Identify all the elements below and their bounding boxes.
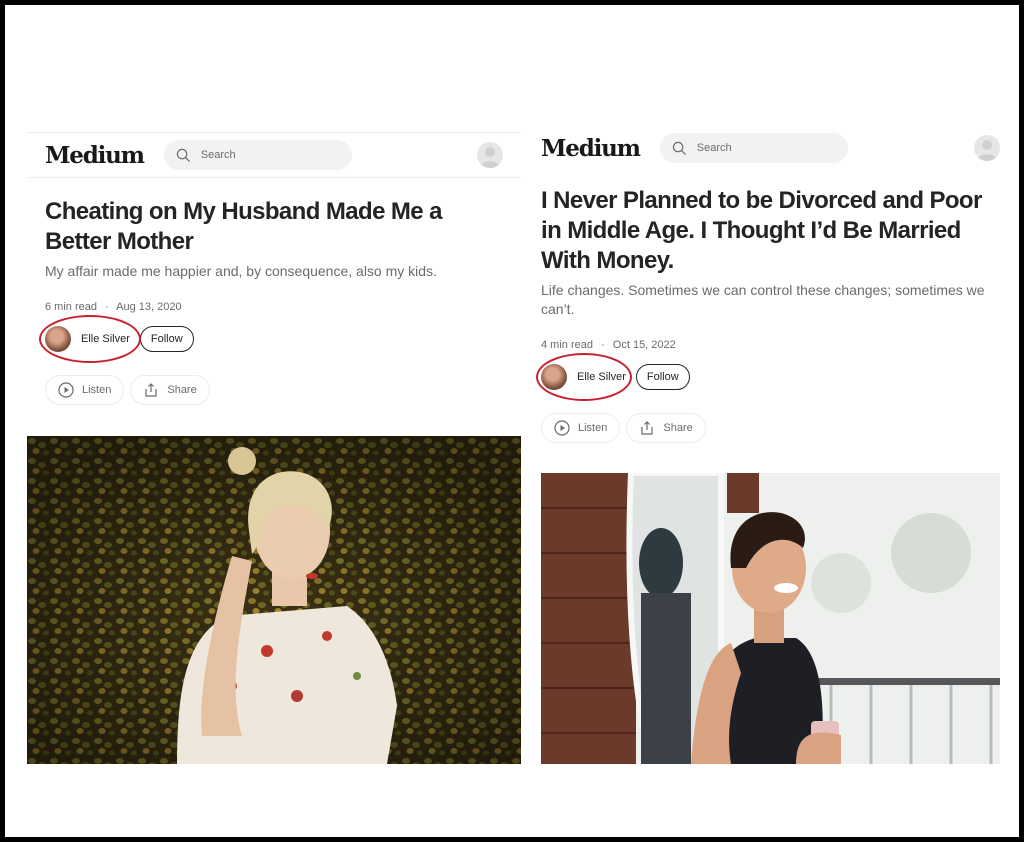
search-box[interactable] [659, 133, 848, 163]
search-icon [176, 148, 190, 162]
listen-button[interactable]: Listen [45, 375, 125, 405]
article-title: I Never Planned to be Divorced and Poor … [541, 187, 982, 274]
search-icon [672, 141, 686, 155]
play-icon [58, 382, 74, 398]
search-box[interactable] [163, 140, 352, 170]
article-hero-image [541, 473, 1000, 764]
action-bar: Listen Share [541, 413, 706, 443]
user-avatar-icon[interactable] [477, 142, 503, 168]
article-meta: 4 min read · Oct 15, 2022 [541, 339, 676, 351]
search-input[interactable] [694, 141, 839, 155]
user-avatar-icon[interactable] [974, 135, 1000, 161]
article-meta: 6 min read · Aug 13, 2020 [45, 301, 182, 313]
publish-date: Aug 13, 2020 [116, 301, 182, 313]
annotation-circle [39, 315, 141, 363]
read-time: 6 min read [45, 301, 97, 313]
play-icon [554, 420, 570, 436]
share-icon [145, 383, 157, 397]
share-label: Share [663, 422, 693, 434]
share-button[interactable]: Share [130, 375, 210, 405]
article-title: Cheating on My Husband Made Me a Better … [45, 198, 442, 255]
article-subtitle: My affair made me happier and, by conseq… [45, 263, 437, 279]
meta-separator: · [601, 339, 605, 351]
annotation-circle [536, 353, 632, 401]
share-label: Share [167, 384, 197, 396]
article-subtitle: Life changes. Sometimes we can control t… [541, 282, 985, 317]
listen-button[interactable]: Listen [541, 413, 621, 443]
medium-logo[interactable]: Medium [45, 142, 145, 169]
top-navbar: Medium [27, 132, 521, 178]
follow-button[interactable]: Follow [139, 326, 194, 352]
article-hero-image [27, 436, 521, 764]
share-icon [641, 421, 653, 435]
action-bar: Listen Share [45, 375, 210, 405]
listen-label: Listen [82, 384, 112, 396]
publish-date: Oct 15, 2022 [612, 339, 676, 351]
medium-logo[interactable]: Medium [541, 135, 641, 162]
search-input[interactable] [198, 148, 343, 162]
top-navbar: Medium [541, 126, 1000, 170]
share-button[interactable]: Share [626, 413, 706, 443]
listen-label: Listen [578, 422, 608, 434]
follow-button[interactable]: Follow [635, 364, 690, 390]
meta-separator: · [105, 301, 109, 313]
read-time: 4 min read [541, 339, 593, 351]
